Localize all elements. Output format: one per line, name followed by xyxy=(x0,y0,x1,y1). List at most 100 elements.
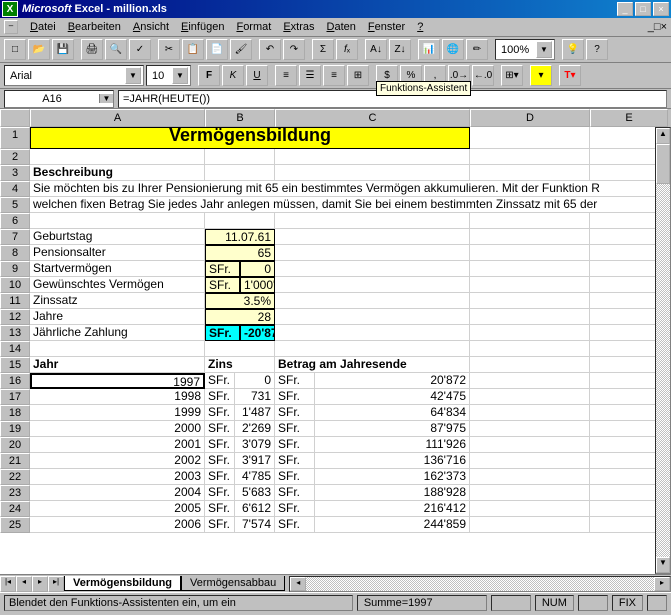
sheet-tab[interactable]: Vermögensabbau xyxy=(181,576,285,591)
amount-value[interactable]: 20'872 xyxy=(315,373,470,389)
desc-line[interactable]: Sie möchten bis zu Ihrer Pensionierung m… xyxy=(30,181,668,197)
amount-value[interactable]: 216'412 xyxy=(315,501,470,517)
cell[interactable] xyxy=(275,245,470,261)
cell[interactable] xyxy=(205,165,275,181)
close-button[interactable]: × xyxy=(653,2,669,16)
cell[interactable] xyxy=(470,325,590,341)
sort-desc-button[interactable]: Z↓ xyxy=(389,39,411,60)
param-value[interactable]: 0 xyxy=(240,261,275,277)
row-head[interactable]: 19 xyxy=(0,421,30,437)
cell[interactable] xyxy=(470,213,590,229)
menu-einfügen[interactable]: Einfügen xyxy=(175,19,230,35)
font-color-button[interactable]: T▾ xyxy=(559,65,581,86)
cell[interactable] xyxy=(470,149,590,165)
cell[interactable] xyxy=(275,293,470,309)
interest-currency[interactable]: SFr. xyxy=(205,469,235,485)
horizontal-scrollbar[interactable]: ◂ ▸ xyxy=(289,576,671,592)
amount-value[interactable]: 244'859 xyxy=(315,517,470,533)
tab-last-button[interactable]: ▸| xyxy=(48,576,64,592)
borders-button[interactable]: ⊞▾ xyxy=(501,65,523,86)
amount-currency[interactable]: SFr. xyxy=(275,501,315,517)
amount-currency[interactable]: SFr. xyxy=(275,437,315,453)
year-cell[interactable]: 2001 xyxy=(30,437,205,453)
amount-currency[interactable]: SFr. xyxy=(275,485,315,501)
doc-control-icon[interactable]: – xyxy=(4,20,18,34)
row-head[interactable]: 12 xyxy=(0,309,30,325)
cell[interactable] xyxy=(275,309,470,325)
amount-currency[interactable]: SFr. xyxy=(275,453,315,469)
row-head[interactable]: 4 xyxy=(0,181,30,197)
cell[interactable] xyxy=(30,341,205,357)
amount-value[interactable]: 136'716 xyxy=(315,453,470,469)
amount-currency[interactable]: SFr. xyxy=(275,389,315,405)
spreadsheet-grid[interactable]: ABCDE 1Vermögensbildung23Beschreibung4Si… xyxy=(0,109,671,574)
cut-button[interactable]: ✂ xyxy=(158,39,180,60)
doc-maximize-button[interactable]: □ xyxy=(654,21,661,33)
param-label[interactable]: Jahre xyxy=(30,309,205,325)
merge-center-button[interactable]: ⊞ xyxy=(347,65,369,86)
copy-button[interactable]: 📋 xyxy=(182,39,204,60)
interest-value[interactable]: 7'574 xyxy=(235,517,275,533)
cell[interactable] xyxy=(470,357,590,373)
italic-button[interactable]: K xyxy=(222,65,244,86)
menu-ansicht[interactable]: Ansicht xyxy=(127,19,175,35)
title-cell[interactable]: Vermögensbildung xyxy=(30,127,470,149)
amount-value[interactable]: 162'373 xyxy=(315,469,470,485)
cell[interactable] xyxy=(275,261,470,277)
year-cell[interactable]: 2006 xyxy=(30,517,205,533)
param-currency[interactable]: SFr. xyxy=(205,261,240,277)
cell[interactable] xyxy=(470,245,590,261)
tbl-head-year[interactable]: Jahr xyxy=(30,357,205,373)
param-label[interactable]: Geburtstag xyxy=(30,229,205,245)
tab-first-button[interactable]: |◂ xyxy=(0,576,16,592)
row-head[interactable]: 14 xyxy=(0,341,30,357)
tip-button[interactable]: 💡 xyxy=(562,39,584,60)
col-head-A[interactable]: A xyxy=(30,109,205,127)
cell[interactable] xyxy=(275,165,470,181)
doc-close-button[interactable]: × xyxy=(661,21,667,33)
param-value[interactable]: 3.5% xyxy=(205,293,275,309)
menu-datei[interactable]: Datei xyxy=(24,19,62,35)
align-left-button[interactable]: ≡ xyxy=(275,65,297,86)
row-head[interactable]: 21 xyxy=(0,453,30,469)
scroll-down-button[interactable]: ▼ xyxy=(656,557,670,573)
interest-currency[interactable]: SFr. xyxy=(205,517,235,533)
row-head[interactable]: 23 xyxy=(0,485,30,501)
row-head[interactable]: 11 xyxy=(0,293,30,309)
col-head-C[interactable]: C xyxy=(275,109,470,127)
fill-color-button[interactable]: ▾ xyxy=(530,65,552,86)
interest-currency[interactable]: SFr. xyxy=(205,485,235,501)
scroll-left-button[interactable]: ◂ xyxy=(290,577,306,591)
interest-currency[interactable]: SFr. xyxy=(205,389,235,405)
cell[interactable] xyxy=(205,149,275,165)
row-head[interactable]: 10 xyxy=(0,277,30,293)
payment-label[interactable]: Jährliche Zahlung xyxy=(30,325,205,341)
cell[interactable] xyxy=(470,405,590,421)
name-box[interactable]: A16▼ xyxy=(4,90,114,108)
row-head[interactable]: 17 xyxy=(0,389,30,405)
row-head[interactable]: 2 xyxy=(0,149,30,165)
desc-label[interactable]: Beschreibung xyxy=(30,165,205,181)
amount-currency[interactable]: SFr. xyxy=(275,469,315,485)
payment-currency[interactable]: SFr. xyxy=(205,325,240,341)
year-cell[interactable]: 2004 xyxy=(30,485,205,501)
amount-currency[interactable]: SFr. xyxy=(275,373,315,389)
save-button[interactable]: 💾 xyxy=(52,39,74,60)
cell[interactable] xyxy=(470,517,590,533)
tab-prev-button[interactable]: ◂ xyxy=(16,576,32,592)
drawing-button[interactable]: ✏ xyxy=(466,39,488,60)
interest-value[interactable]: 3'917 xyxy=(235,453,275,469)
interest-value[interactable]: 6'612 xyxy=(235,501,275,517)
param-label[interactable]: Startvermögen xyxy=(30,261,205,277)
year-cell[interactable]: 1998 xyxy=(30,389,205,405)
minimize-button[interactable]: _ xyxy=(617,2,633,16)
interest-value[interactable]: 2'269 xyxy=(235,421,275,437)
amount-value[interactable]: 111'926 xyxy=(315,437,470,453)
help-button[interactable]: ? xyxy=(586,39,608,60)
zoom-combo[interactable]: 100%▼ xyxy=(495,39,555,60)
amount-value[interactable]: 42'475 xyxy=(315,389,470,405)
function-wizard-button[interactable]: fₓ xyxy=(336,39,358,60)
interest-currency[interactable]: SFr. xyxy=(205,437,235,453)
map-button[interactable]: 🌐 xyxy=(442,39,464,60)
cell[interactable] xyxy=(275,341,470,357)
